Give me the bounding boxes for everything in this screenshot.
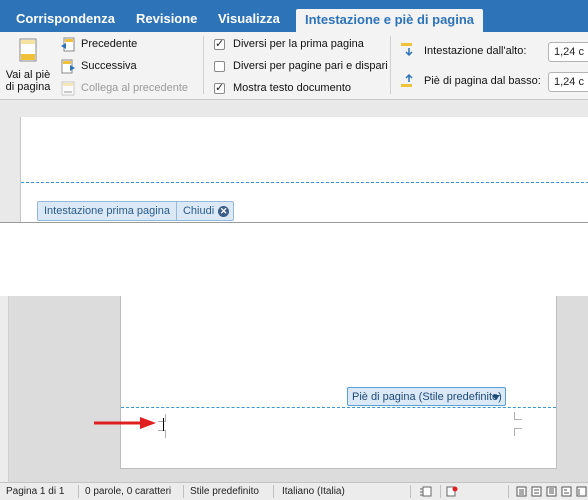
footer-from-bottom-label: Piè di pagina dal basso: [424,75,541,87]
different-first-page-checkbox[interactable] [214,37,225,50]
tab-intestazione-pie-di-pagina[interactable]: Intestazione e piè di pagina [296,9,484,32]
next-button[interactable]: Successiva [60,59,200,75]
previous-section-icon [61,37,75,52]
show-document-text-checkbox[interactable] [214,81,225,94]
footer-from-bottom-icon [401,73,413,87]
status-divider [440,485,441,498]
left-margin-strip [0,296,9,482]
close-header-button[interactable]: Chiudi ✕ [177,202,233,220]
header-from-top-input[interactable]: 1,24 c [548,42,588,62]
status-word-count[interactable]: 0 parole, 0 caratteri [85,486,171,497]
footer-from-bottom-input[interactable]: 1,24 c [548,72,588,92]
next-section-icon [61,59,75,74]
previous-button[interactable]: Precedente [60,37,200,53]
document-area: Intestazione prima pagina Chiudi ✕ [0,100,588,222]
header-tag: Intestazione prima pagina Chiudi ✕ [37,201,235,221]
tab-corrispondenza[interactable]: Corrispondenza [16,11,115,26]
footer-boundary-line [121,407,556,408]
status-divider [273,485,274,498]
ribbon-divider [203,36,204,94]
status-bar: Pagina 1 di 1 0 parole, 0 caratteri Stil… [0,482,588,500]
next-label: Successiva [81,60,137,72]
document-page-header[interactable]: Intestazione prima pagina Chiudi ✕ [20,117,588,222]
header-from-top-label: Intestazione dall'alto: [424,45,527,57]
goto-footer-icon [19,38,37,62]
link-previous-icon [61,81,75,96]
document-page-footer[interactable]: Piè di pagina (Stile predefinito) [120,296,557,469]
status-style: Stile predefinito [190,486,259,497]
different-odd-even-checkbox[interactable] [214,61,225,72]
red-arrow-icon [94,417,156,429]
different-odd-even-label: Diversi per pagine pari e dispari [233,60,388,72]
different-first-page-label: Diversi per la prima pagina [233,38,364,50]
show-document-text-option[interactable]: Mostra testo documento [214,81,394,96]
header-from-top-icon [401,43,413,57]
right-margin-corner-mark [514,412,522,420]
different-first-page-option[interactable]: Diversi per la prima pagina [214,37,394,52]
link-previous-label: Collega al precedente [81,82,189,94]
track-changes-icon[interactable] [420,486,432,497]
different-odd-even-option[interactable]: Diversi per pagine pari e dispari [214,60,394,74]
outline-view-icon [561,486,572,497]
link-previous-button[interactable]: Collega al precedente [60,81,200,97]
close-icon: ✕ [218,205,230,217]
header-tag-label: Intestazione prima pagina [38,202,177,220]
ribbon-screenshot: Corrispondenza Revisione Visualizza Inte… [0,0,588,223]
footer-tag-label: Piè di pagina (Stile predefinito) [352,390,502,403]
view-mode-icons [516,486,587,497]
macro-record-icon[interactable] [446,486,458,497]
goto-footer-button[interactable]: Vai al piè di pagina [4,36,52,98]
header-boundary-line [21,182,588,183]
draft-view-icon [516,486,527,497]
close-header-label: Chiudi [182,205,215,217]
goto-footer-label-2: di pagina [5,81,51,93]
goto-footer-label-1: Vai al piè [5,69,51,81]
chevron-down-icon [492,395,500,400]
footer-style-dropdown[interactable]: Piè di pagina (Stile predefinito) [347,387,506,406]
previous-label: Precedente [81,38,138,50]
text-cursor [163,418,164,431]
footer-screenshot: Piè di pagina (Stile predefinito) Pagina… [0,296,588,500]
status-divider [508,485,509,498]
show-document-text-label: Mostra testo documento [233,82,352,94]
status-language[interactable]: Italiano (Italia) [282,486,345,497]
status-page[interactable]: Pagina 1 di 1 [6,486,64,497]
status-divider [183,485,184,498]
left-margin-corner-mark [158,430,166,438]
print-layout-view-icon [531,486,542,497]
ribbon-tab-bar: Corrispondenza Revisione Visualizza Inte… [0,0,588,32]
tab-revisione[interactable]: Revisione [136,11,197,26]
status-divider [78,485,79,498]
right-margin-corner-mark [514,428,522,436]
notebook-view-icon [576,486,587,497]
tab-visualizza[interactable]: Visualizza [218,11,280,26]
web-layout-view-icon [546,486,557,497]
ribbon-divider [390,36,391,94]
status-divider [410,485,411,498]
ribbon-panel: Vai al piè di pagina Precedente Successi… [0,32,588,100]
